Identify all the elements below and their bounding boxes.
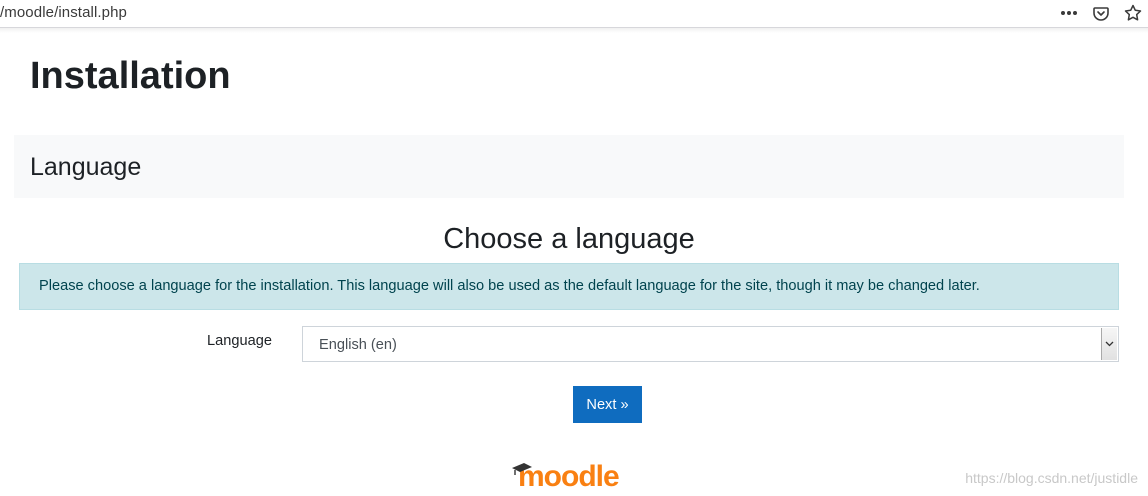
more-actions-icon[interactable] bbox=[1058, 2, 1080, 24]
info-alert-message: Please choose a language for the install… bbox=[39, 278, 980, 294]
page-title: Installation bbox=[30, 55, 231, 97]
language-select[interactable]: English (en) bbox=[302, 326, 1119, 362]
toolbar-shadow bbox=[0, 28, 1148, 33]
moodle-logo-text: moodle bbox=[518, 460, 620, 493]
watermark-text: https://blog.csdn.net/justidle bbox=[965, 470, 1138, 486]
choose-language-heading: Choose a language bbox=[443, 223, 695, 255]
language-select-value: English (en) bbox=[319, 337, 397, 353]
section-header: Language bbox=[14, 135, 1124, 198]
bookmark-star-icon[interactable] bbox=[1122, 2, 1144, 24]
info-alert: Please choose a language for the install… bbox=[19, 263, 1119, 310]
chevron-down-icon[interactable] bbox=[1101, 328, 1117, 360]
next-button[interactable]: Next » bbox=[573, 386, 642, 423]
section-header-label: Language bbox=[30, 153, 142, 181]
url-text[interactable]: /moodle/install.php bbox=[0, 4, 127, 21]
graduation-cap-icon bbox=[512, 463, 532, 475]
browser-address-bar: /moodle/install.php bbox=[0, 0, 1148, 28]
moodle-logo: moodle bbox=[512, 458, 620, 493]
page: /moodle/install.php Installation Languag… bbox=[0, 0, 1148, 496]
browser-actions bbox=[1058, 2, 1144, 24]
pocket-icon[interactable] bbox=[1090, 2, 1112, 24]
language-field-label: Language bbox=[207, 333, 272, 349]
